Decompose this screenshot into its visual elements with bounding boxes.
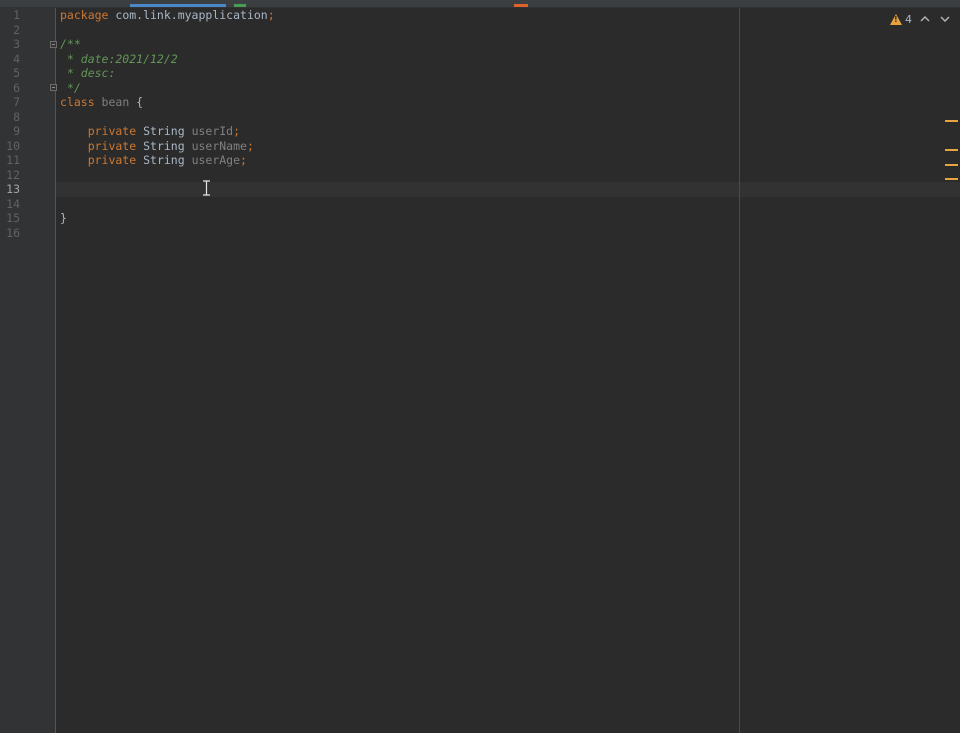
keyword: private [60,138,137,153]
doc-comment: * date:2021/12/2 [60,51,178,66]
type-name: String [136,138,185,153]
line-number[interactable]: 4 [0,52,20,67]
code-line[interactable]: private String userName; [60,139,254,154]
semicolon: ; [267,8,275,22]
code-line[interactable]: package com.link.myapplication; [60,8,275,23]
class-name: bean [94,95,130,109]
doc-comment: */ [60,80,81,95]
doc-comment: /** [60,37,81,51]
line-number[interactable]: 9 [0,124,20,139]
type-name: String [136,124,185,138]
field-name: userId [184,124,234,138]
line-number[interactable]: 14 [0,197,20,212]
line-number-gutter[interactable]: 1 2 3 4 5 6 7 8 9 10 11 12 13 14 15 16 [0,8,57,733]
tab-file-icon [234,4,246,7]
field-name: userAge [184,153,241,167]
error-stripe-warning-mark[interactable] [945,120,958,122]
code-editor[interactable]: 1 2 3 4 5 6 7 8 9 10 11 12 13 14 15 16 package com.link… [0,0,960,733]
keyword: package [60,8,109,22]
current-line-highlight [56,182,960,197]
semicolon: ; [240,153,247,167]
text-cursor-icon [203,180,210,196]
keyword: private [60,153,137,167]
keyword: private [60,124,137,138]
error-stripe-warning-mark[interactable] [945,164,958,166]
code-line[interactable]: } [60,211,67,226]
chevron-down-icon[interactable] [938,12,952,26]
brace: { [129,95,144,109]
code-line[interactable]: class bean { [60,95,143,110]
line-number[interactable]: 11 [0,153,20,168]
line-number[interactable]: 16 [0,226,20,241]
line-number[interactable]: 1 [0,8,20,23]
error-stripe-warning-mark[interactable] [945,149,958,151]
line-number[interactable]: 15 [0,211,20,226]
keyword: class [60,95,95,109]
line-number[interactable]: 7 [0,95,20,110]
active-tab-underline [130,4,226,7]
right-margin-guide [739,8,740,733]
line-number[interactable]: 5 [0,66,20,81]
code-line[interactable]: */ [60,81,81,96]
line-number[interactable]: 6 [0,81,20,96]
semicolon: ; [246,138,254,153]
field-name: userName [184,138,247,153]
line-number[interactable]: 8 [0,110,20,125]
line-number[interactable]: 3 [0,37,20,52]
warning-counter[interactable]: 4 [890,13,912,26]
doc-comment: * desc: [60,66,116,80]
warning-triangle-icon [890,13,902,25]
error-stripe-warning-mark[interactable] [945,178,958,180]
code-line[interactable]: * desc: [60,66,115,81]
line-number[interactable]: 10 [0,139,20,154]
type-name: String [136,153,185,167]
code-line[interactable]: private String userAge; [60,153,247,168]
code-line[interactable]: * date:2021/12/2 [60,52,178,67]
inspection-widget[interactable]: 4 [890,12,952,26]
line-number[interactable]: 2 [0,23,20,38]
code-line[interactable]: /** [60,37,81,52]
code-area[interactable]: package com.link.myapplication; /** * da… [56,8,960,733]
brace: } [60,211,67,225]
warning-count: 4 [905,12,912,26]
editor-tab-bar[interactable] [0,0,960,8]
package-name: com.link.myapplication [108,8,268,22]
tab-file-icon [514,4,528,7]
code-line[interactable]: private String userId; [60,124,240,139]
line-number[interactable]: 13 [0,182,20,197]
semicolon: ; [233,124,241,138]
line-number[interactable]: 12 [0,168,20,183]
chevron-up-icon[interactable] [918,12,932,26]
